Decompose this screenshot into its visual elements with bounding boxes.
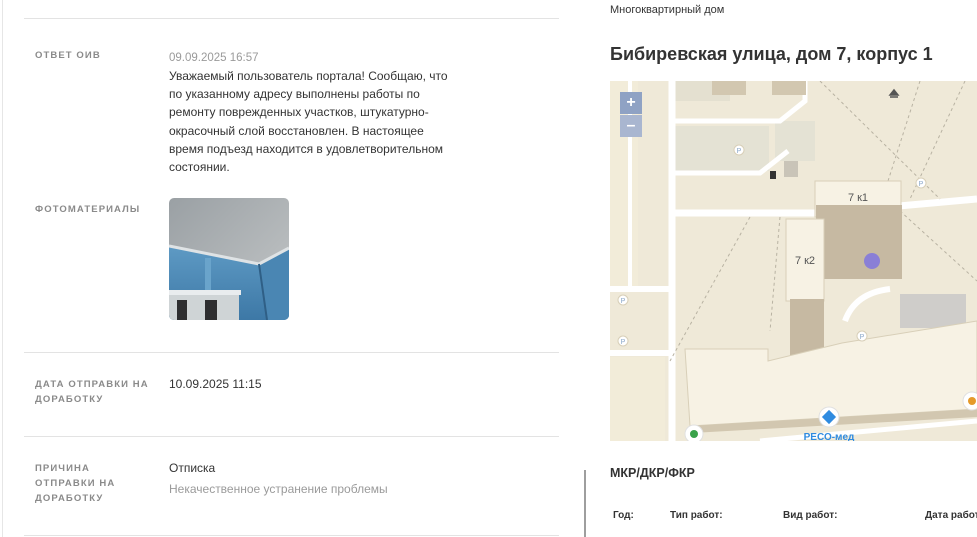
map-label-k1: 7 к1: [848, 192, 868, 204]
column-header-work-kind: Вид работ:: [783, 510, 838, 521]
rework-date-label: ДАТА ОТПРАВКИ НА ДОРАБОТКУ: [35, 377, 149, 407]
parking-icon: P: [737, 148, 742, 155]
response-line: ремонту поврежденных участков, штукатурн…: [169, 105, 429, 120]
label-line: ДОРАБОТКУ: [35, 394, 104, 405]
parking-icon: P: [919, 181, 924, 188]
parking-icon: P: [621, 298, 626, 305]
map-label-k2: 7 к2: [795, 255, 815, 267]
works-title: МКР/ДКР/ФКР: [610, 466, 695, 480]
panel-border: [2, 0, 3, 537]
scrollbar-thumb[interactable]: [584, 470, 586, 537]
zoom-out-button[interactable]: –: [620, 115, 642, 137]
map-widget[interactable]: 7 к1 7 к2 РЕСО-мед P P P P P + –: [610, 81, 977, 441]
rework-reason-value: Отписка: [169, 461, 216, 475]
label-line: ДАТА ОТПРАВКИ НА: [35, 379, 149, 390]
parking-icon: P: [860, 334, 865, 341]
rework-reason-label: ПРИЧИНА ОТПРАВКИ НА ДОРАБОТКУ: [35, 461, 115, 506]
column-header-work-date: Дата работ: [925, 510, 977, 521]
appeal-details-panel: ОТВЕТ ОИВ 09.09.2025 16:57 Уважаемый пол…: [0, 0, 585, 537]
building-address: Бибиревская улица, дом 7, корпус 1: [610, 44, 933, 64]
map-canvas: 7 к1 7 к2 РЕСО-мед P P P P P: [610, 81, 977, 441]
photo-thumbnail[interactable]: [169, 198, 289, 320]
photo-image: [169, 198, 289, 320]
column-header-year: Год:: [613, 510, 634, 521]
building-type: Многоквартирный дом: [610, 4, 725, 16]
response-line: Уважаемый пользователь портала! Сообщаю,…: [169, 69, 448, 83]
response-date: 09.09.2025 16:57: [169, 52, 259, 64]
response-text: Уважаемый пользователь портала! Сообщаю,…: [169, 67, 489, 176]
building-info-panel: Многоквартирный дом Бибиревская улица, д…: [588, 0, 977, 537]
divider: [24, 535, 559, 536]
divider: [24, 18, 559, 19]
label-line: ПРИЧИНА: [35, 463, 90, 474]
divider: [24, 436, 559, 437]
rework-reason-detail: Некачественное устранение проблемы: [169, 482, 388, 496]
photos-label: ФОТОМАТЕРИАЛЫ: [35, 204, 141, 215]
label-line: ОТПРАВКИ НА: [35, 478, 116, 489]
zoom-controls: + –: [620, 92, 642, 137]
parking-icon: P: [621, 339, 626, 346]
map-label-poi: РЕСО-мед: [804, 432, 855, 441]
column-header-work-type: Тип работ:: [670, 510, 723, 521]
zoom-in-button[interactable]: +: [620, 92, 642, 114]
divider: [24, 352, 559, 353]
response-label: ОТВЕТ ОИВ: [35, 50, 101, 61]
label-line: ДОРАБОТКУ: [35, 493, 104, 504]
response-line: состоянии.: [169, 160, 230, 175]
response-line: время подъезд находится в удовлетворител…: [169, 141, 444, 156]
response-line: по указанному адресу выполнены работы по: [169, 87, 420, 102]
rework-date-value: 10.09.2025 11:15: [169, 377, 262, 391]
response-line: окрасочный слой восстановлен. В настояще…: [169, 123, 424, 138]
